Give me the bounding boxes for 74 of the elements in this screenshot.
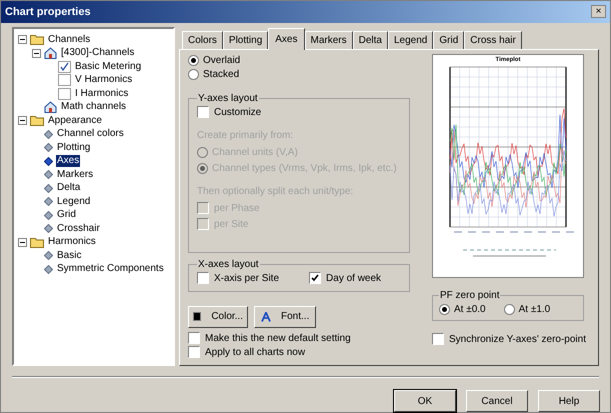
tree-item[interactable]: Axes — [56, 155, 80, 168]
tree-item[interactable]: Markers — [56, 168, 94, 181]
font-button[interactable]: Font... — [254, 306, 316, 328]
checkbox-label: Customize — [214, 106, 262, 120]
checkbox-label: Apply to all charts now — [205, 346, 306, 360]
dialog-button[interactable]: Help — [538, 390, 600, 412]
folder-icon — [30, 115, 44, 126]
document-icon — [58, 88, 71, 100]
tab[interactable]: Delta — [352, 30, 388, 49]
tree-item[interactable]: Basic — [56, 250, 82, 262]
expander-icon[interactable] — [18, 35, 27, 44]
radio-button[interactable] — [197, 146, 208, 158]
checkbox[interactable] — [188, 332, 200, 344]
tree-item[interactable]: [4300]-Channels — [60, 47, 136, 60]
checkbox[interactable] — [309, 272, 322, 284]
expander-icon[interactable] — [18, 238, 27, 247]
checkbox[interactable] — [197, 272, 209, 284]
tab[interactable]: Plotting — [222, 30, 268, 49]
tree-item[interactable]: Legend — [56, 196, 92, 208]
dialog-button[interactable]: OK — [394, 390, 456, 412]
color-swatch-icon — [193, 312, 202, 322]
dialog-button[interactable]: Cancel — [466, 390, 528, 412]
window-title: Chart properties — [5, 4, 91, 20]
tree-item[interactable]: Grid — [56, 209, 77, 222]
tree-item[interactable]: Crosshair — [56, 222, 101, 235]
color-button[interactable]: Color... — [188, 306, 248, 328]
radio-label: At ±0.0 — [454, 302, 486, 317]
tree-item[interactable]: Channels — [47, 34, 92, 46]
tree-item[interactable]: Basic Metering — [74, 60, 142, 73]
radio-label: Stacked — [203, 68, 240, 82]
checkmark-icon — [58, 60, 71, 73]
folder-icon — [30, 236, 44, 248]
checkbox-label: Synchronize Y-axes' zero-point — [449, 332, 586, 347]
tree-item[interactable]: Appearance — [47, 114, 103, 127]
group-title: PF zero point — [439, 288, 500, 303]
radio-button[interactable] — [188, 54, 199, 66]
tree-item[interactable]: Plotting — [56, 142, 92, 154]
radio-label: Overlaid — [203, 54, 240, 68]
tab[interactable]: Colors — [182, 30, 223, 49]
house-icon — [44, 47, 57, 60]
checkbox[interactable] — [197, 202, 209, 214]
tree-item[interactable]: Channel colors — [56, 128, 125, 140]
tab[interactable]: Legend — [388, 30, 434, 49]
checkbox-label: Make this the new default setting — [205, 332, 351, 346]
tree-item[interactable]: Symmetric Components — [56, 263, 165, 276]
radio-label: At ±1.0 — [518, 302, 550, 317]
tab[interactable]: Grid — [433, 30, 464, 49]
checkbox[interactable] — [188, 346, 200, 358]
checkbox[interactable] — [197, 218, 209, 230]
tree-item[interactable]: Harmonics — [47, 236, 97, 248]
checkbox[interactable] — [432, 333, 444, 346]
house-icon — [44, 101, 57, 114]
radio-button[interactable] — [504, 304, 515, 315]
folder-icon — [30, 34, 44, 46]
document-icon — [58, 74, 71, 86]
group-title: X-axes layout — [197, 258, 260, 272]
font-icon — [261, 312, 271, 322]
tab[interactable]: Axes — [268, 28, 304, 50]
checkbox-label: Day of week — [326, 272, 382, 286]
tree-item[interactable]: V Harmonics — [74, 74, 134, 86]
tab[interactable]: Markers — [304, 30, 353, 49]
radio-button[interactable] — [197, 162, 208, 174]
checkbox[interactable] — [197, 106, 209, 118]
radio-button[interactable] — [188, 68, 199, 80]
radio-button[interactable] — [439, 304, 450, 315]
expander-icon[interactable] — [32, 48, 41, 58]
checkbox-label: X-axis per Site — [214, 272, 280, 286]
tree-item[interactable]: I Harmonics — [74, 88, 130, 100]
tree-item[interactable]: Math channels — [60, 101, 128, 114]
group-title: Y-axes layout — [197, 92, 259, 106]
tab[interactable]: Cross hair — [464, 30, 522, 49]
tree-item[interactable]: Delta — [56, 182, 82, 194]
close-button[interactable]: × — [591, 5, 606, 18]
expander-icon[interactable] — [18, 116, 27, 126]
